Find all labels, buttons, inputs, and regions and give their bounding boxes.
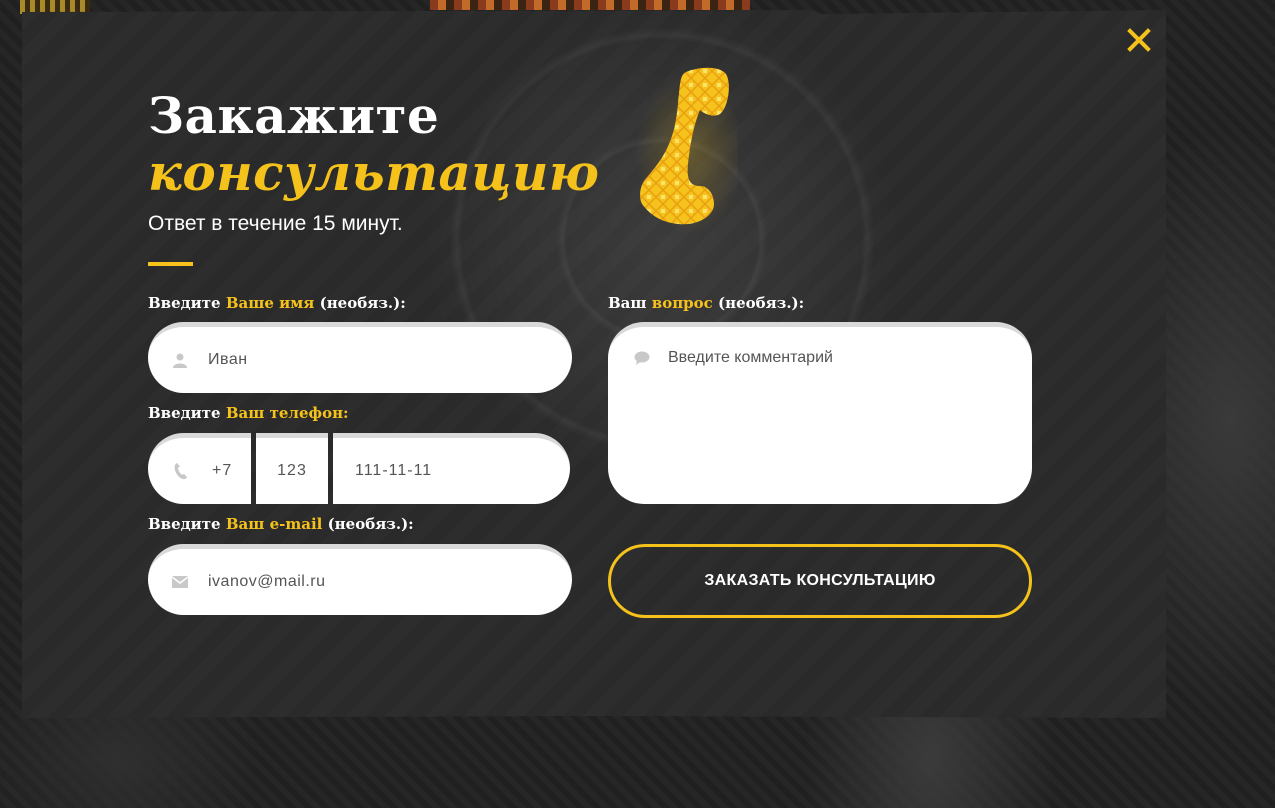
question-textarea[interactable]: Введите комментарий <box>608 322 1032 504</box>
modal-title-line1: Закажите <box>148 86 440 145</box>
modal-subtitle: Ответ в течение 15 минут. <box>148 212 403 235</box>
phone-country-code-input[interactable]: +7 <box>148 433 251 504</box>
modal-title-line2: консультацию <box>148 143 600 202</box>
name-input[interactable]: Иван <box>148 322 572 393</box>
phone-handset-icon <box>628 64 745 234</box>
accent-divider <box>148 262 193 266</box>
question-field-label: Ваш вопрос (необяз.): <box>608 294 805 312</box>
mail-icon <box>172 574 188 590</box>
phone-area-code-input[interactable]: 123 <box>256 433 328 504</box>
phone-field-label: Введите Ваш телефон: <box>148 404 349 422</box>
phone-number-input[interactable]: 111-11-11 <box>333 433 570 504</box>
order-consultation-button[interactable]: ЗАКАЗАТЬ КОНСУЛЬТАЦИЮ <box>608 544 1032 618</box>
background-pattern-strip <box>430 0 750 10</box>
email-input[interactable]: ivanov@mail.ru <box>148 544 572 615</box>
name-input-placeholder: Иван <box>208 351 248 368</box>
phone-icon <box>174 462 188 480</box>
email-input-placeholder: ivanov@mail.ru <box>208 573 326 590</box>
user-icon <box>172 352 188 368</box>
name-field-label: Введите Ваше имя (необяз.): <box>148 294 406 312</box>
email-field-label: Введите Ваш e-mail (необяз.): <box>148 515 414 533</box>
question-textarea-placeholder: Введите комментарий <box>668 349 833 366</box>
close-icon[interactable] <box>1127 28 1151 52</box>
comment-icon <box>634 351 650 370</box>
